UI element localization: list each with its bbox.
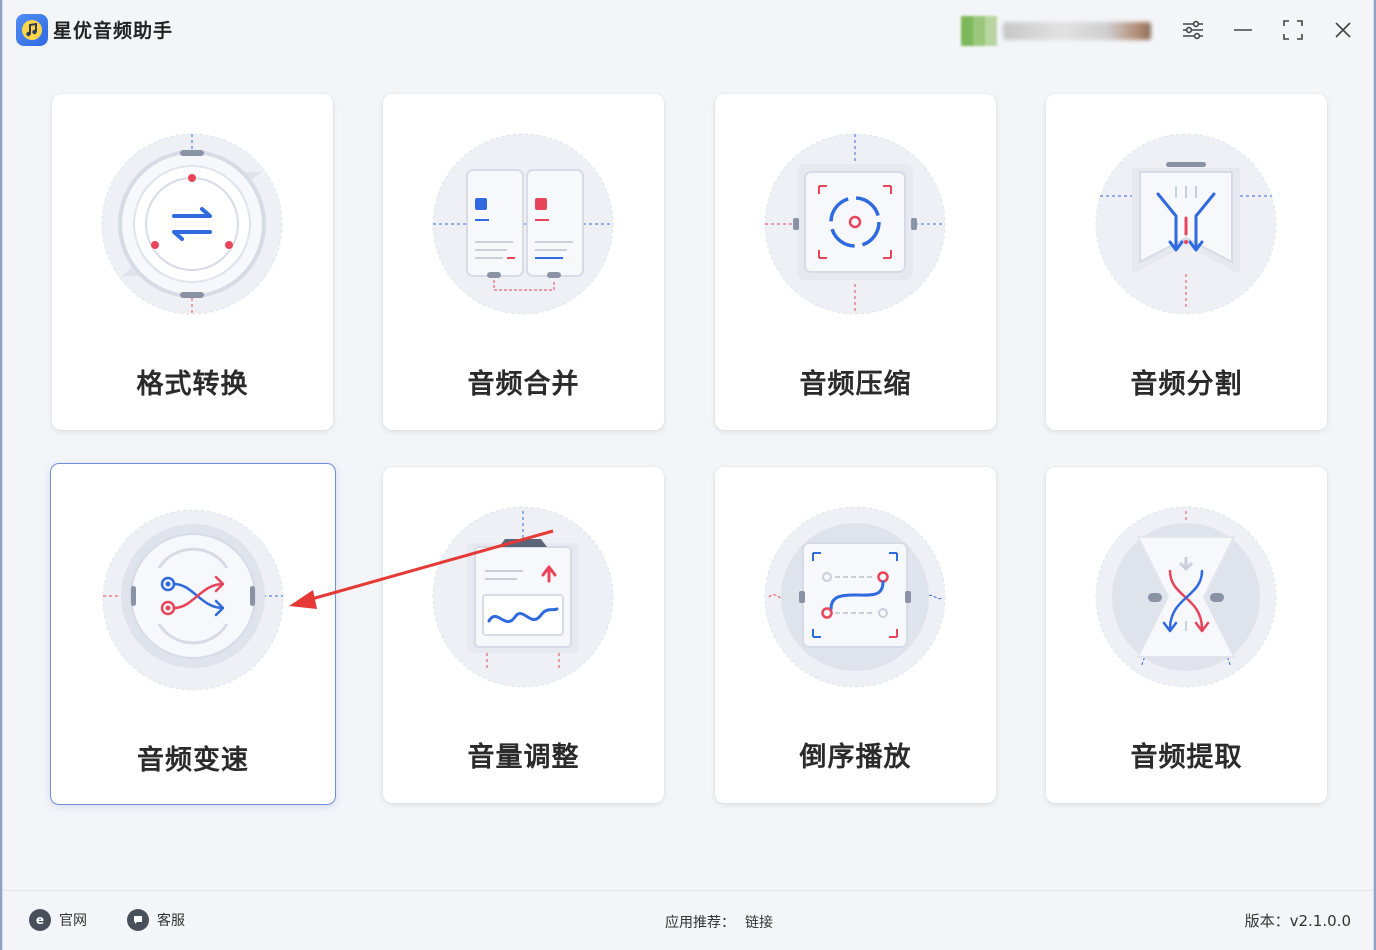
chat-bubble-icon [127, 909, 149, 931]
service-label: 客服 [157, 913, 185, 929]
feature-card-audio-compress[interactable]: 音频压缩 [715, 94, 996, 430]
audio-speed-icon [102, 509, 284, 691]
username-blurred [1003, 22, 1151, 40]
feature-card-audio-extract[interactable]: 音频提取 [1046, 467, 1327, 803]
audio-split-icon [1095, 133, 1277, 315]
format-convert-icon [101, 133, 283, 315]
recommend-label: 应用推荐： [665, 915, 735, 931]
feature-label: 音量调整 [467, 742, 580, 773]
close-icon [1335, 22, 1351, 38]
settings-button[interactable] [1177, 14, 1209, 46]
audio-merge-icon [432, 133, 614, 315]
close-button[interactable] [1327, 14, 1359, 46]
feature-card-format-convert[interactable]: 格式转换 [52, 94, 333, 430]
title-bar: 星优音频助手 [3, 0, 1373, 60]
app-window: 星优音频助手 格式转换 音频合并 音频压缩 音频分割 音频变速 音量调整 倒序播… [2, 0, 1374, 950]
feature-label: 音频分割 [1130, 369, 1243, 400]
feature-label: 音频合并 [467, 369, 580, 400]
feature-card-audio-speed[interactable]: 音频变速 [50, 463, 336, 805]
recommend-link[interactable]: 链接 [745, 912, 773, 932]
minimize-icon [1234, 29, 1252, 31]
user-avatar[interactable] [961, 16, 997, 46]
user-account[interactable] [961, 16, 1153, 46]
app-title: 星优音频助手 [53, 20, 174, 42]
version-label: 版本：v2.1.0.0 [1244, 912, 1351, 930]
maximize-icon [1283, 20, 1303, 40]
audio-compress-icon [764, 133, 946, 315]
feature-label: 音频变速 [137, 745, 249, 776]
maximize-button[interactable] [1277, 14, 1309, 46]
feature-card-reverse-play[interactable]: 倒序播放 [715, 467, 996, 803]
footer-bar: e 官网 客服 应用推荐： 链接 版本：v2.1.0.0 [3, 890, 1373, 950]
audio-extract-icon [1095, 506, 1277, 688]
feature-label: 音频压缩 [799, 369, 912, 400]
feature-label: 倒序播放 [799, 742, 912, 773]
minimize-button[interactable] [1227, 14, 1259, 46]
customer-service-link[interactable]: 客服 [127, 909, 185, 931]
feature-label: 格式转换 [136, 369, 249, 400]
reverse-play-icon [764, 506, 946, 688]
feature-card-volume-adjust[interactable]: 音量调整 [383, 467, 664, 803]
website-link[interactable]: e 官网 [29, 909, 87, 931]
volume-adjust-icon [432, 506, 614, 688]
website-icon: e [29, 909, 51, 931]
app-logo-icon [16, 14, 48, 46]
feature-card-audio-merge[interactable]: 音频合并 [383, 94, 664, 430]
website-label: 官网 [59, 913, 87, 929]
feature-label: 音频提取 [1130, 742, 1243, 773]
feature-card-audio-split[interactable]: 音频分割 [1046, 94, 1327, 430]
settings-sliders-icon [1183, 20, 1203, 40]
